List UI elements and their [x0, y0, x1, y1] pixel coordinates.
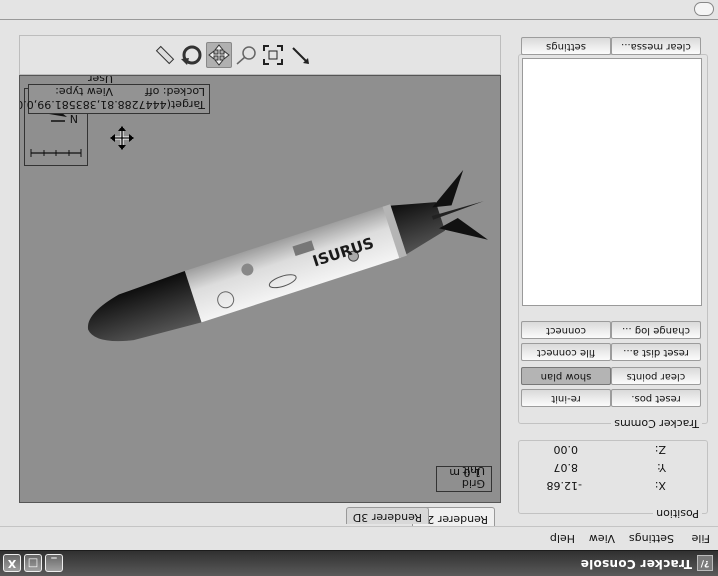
- y-label: Y:: [657, 461, 666, 474]
- renderer-viewport[interactable]: N Target(4447288.81,383581.99,0.0) Locke…: [19, 75, 501, 503]
- app-window: ?/ Tracker Console _ □ X File Settings V…: [0, 0, 718, 576]
- app-icon: ?/: [697, 555, 713, 571]
- position-group: [518, 440, 708, 514]
- menu-file[interactable]: File: [692, 532, 710, 545]
- maximize-button[interactable]: □: [24, 554, 42, 572]
- renderer-panel: Renderer 2D Renderer 3D N Target(4447288…: [5, 26, 509, 526]
- auv-model: ISURUS: [88, 126, 488, 342]
- connect-button[interactable]: connect: [521, 321, 611, 339]
- select-tool-icon[interactable]: [287, 42, 313, 68]
- settings-button[interactable]: settings: [521, 37, 611, 55]
- re-init-button[interactable]: re-init: [521, 389, 611, 407]
- horizontal-scrollbar[interactable]: [0, 0, 718, 20]
- title-bar[interactable]: ?/ Tracker Console _ □ X: [0, 550, 718, 576]
- file-connect-button[interactable]: file connect: [521, 343, 611, 361]
- minimize-button[interactable]: _: [45, 554, 63, 572]
- menu-settings[interactable]: Settings: [629, 532, 674, 545]
- window-title: Tracker Console: [580, 557, 692, 571]
- x-value: -12.68: [546, 479, 582, 492]
- zoom-fit-tool-icon[interactable]: [260, 42, 286, 68]
- refresh-tool-icon[interactable]: [179, 42, 205, 68]
- pan-tool-icon[interactable]: [206, 42, 232, 68]
- measure-tool-icon[interactable]: [152, 42, 178, 68]
- y-value: 8.07: [553, 461, 579, 474]
- rotate-tool-icon[interactable]: [233, 42, 259, 68]
- change-log-button[interactable]: change log ...: [611, 321, 701, 339]
- close-button[interactable]: X: [3, 554, 21, 572]
- z-label: Z:: [654, 443, 666, 456]
- menu-help[interactable]: Help: [550, 532, 575, 545]
- scrollbar-knob[interactable]: [694, 2, 714, 16]
- menu-view[interactable]: View: [589, 532, 615, 545]
- z-value: 0.00: [553, 443, 579, 456]
- clear-points-button[interactable]: clear points: [611, 367, 701, 385]
- show-plan-button[interactable]: show plan: [521, 367, 611, 385]
- x-label: X:: [654, 479, 666, 492]
- clear-messages-button[interactable]: clear messa...: [611, 37, 701, 55]
- move-cursor-icon: [110, 126, 134, 150]
- menu-bar: File Settings View Help: [0, 526, 718, 550]
- message-log-area[interactable]: [522, 58, 702, 306]
- tab-renderer-3d[interactable]: Renderer 3D: [345, 507, 429, 524]
- reset-dist-button[interactable]: reset dist a...: [611, 343, 701, 361]
- tracker-comms-legend: Tracker Comms: [611, 417, 702, 430]
- renderer-tabs: Renderer 2D Renderer 3D: [5, 504, 501, 526]
- reset-pos-button[interactable]: reset pos.: [611, 389, 701, 407]
- renderer-toolbar: [19, 35, 501, 75]
- position-legend: Position: [653, 507, 702, 520]
